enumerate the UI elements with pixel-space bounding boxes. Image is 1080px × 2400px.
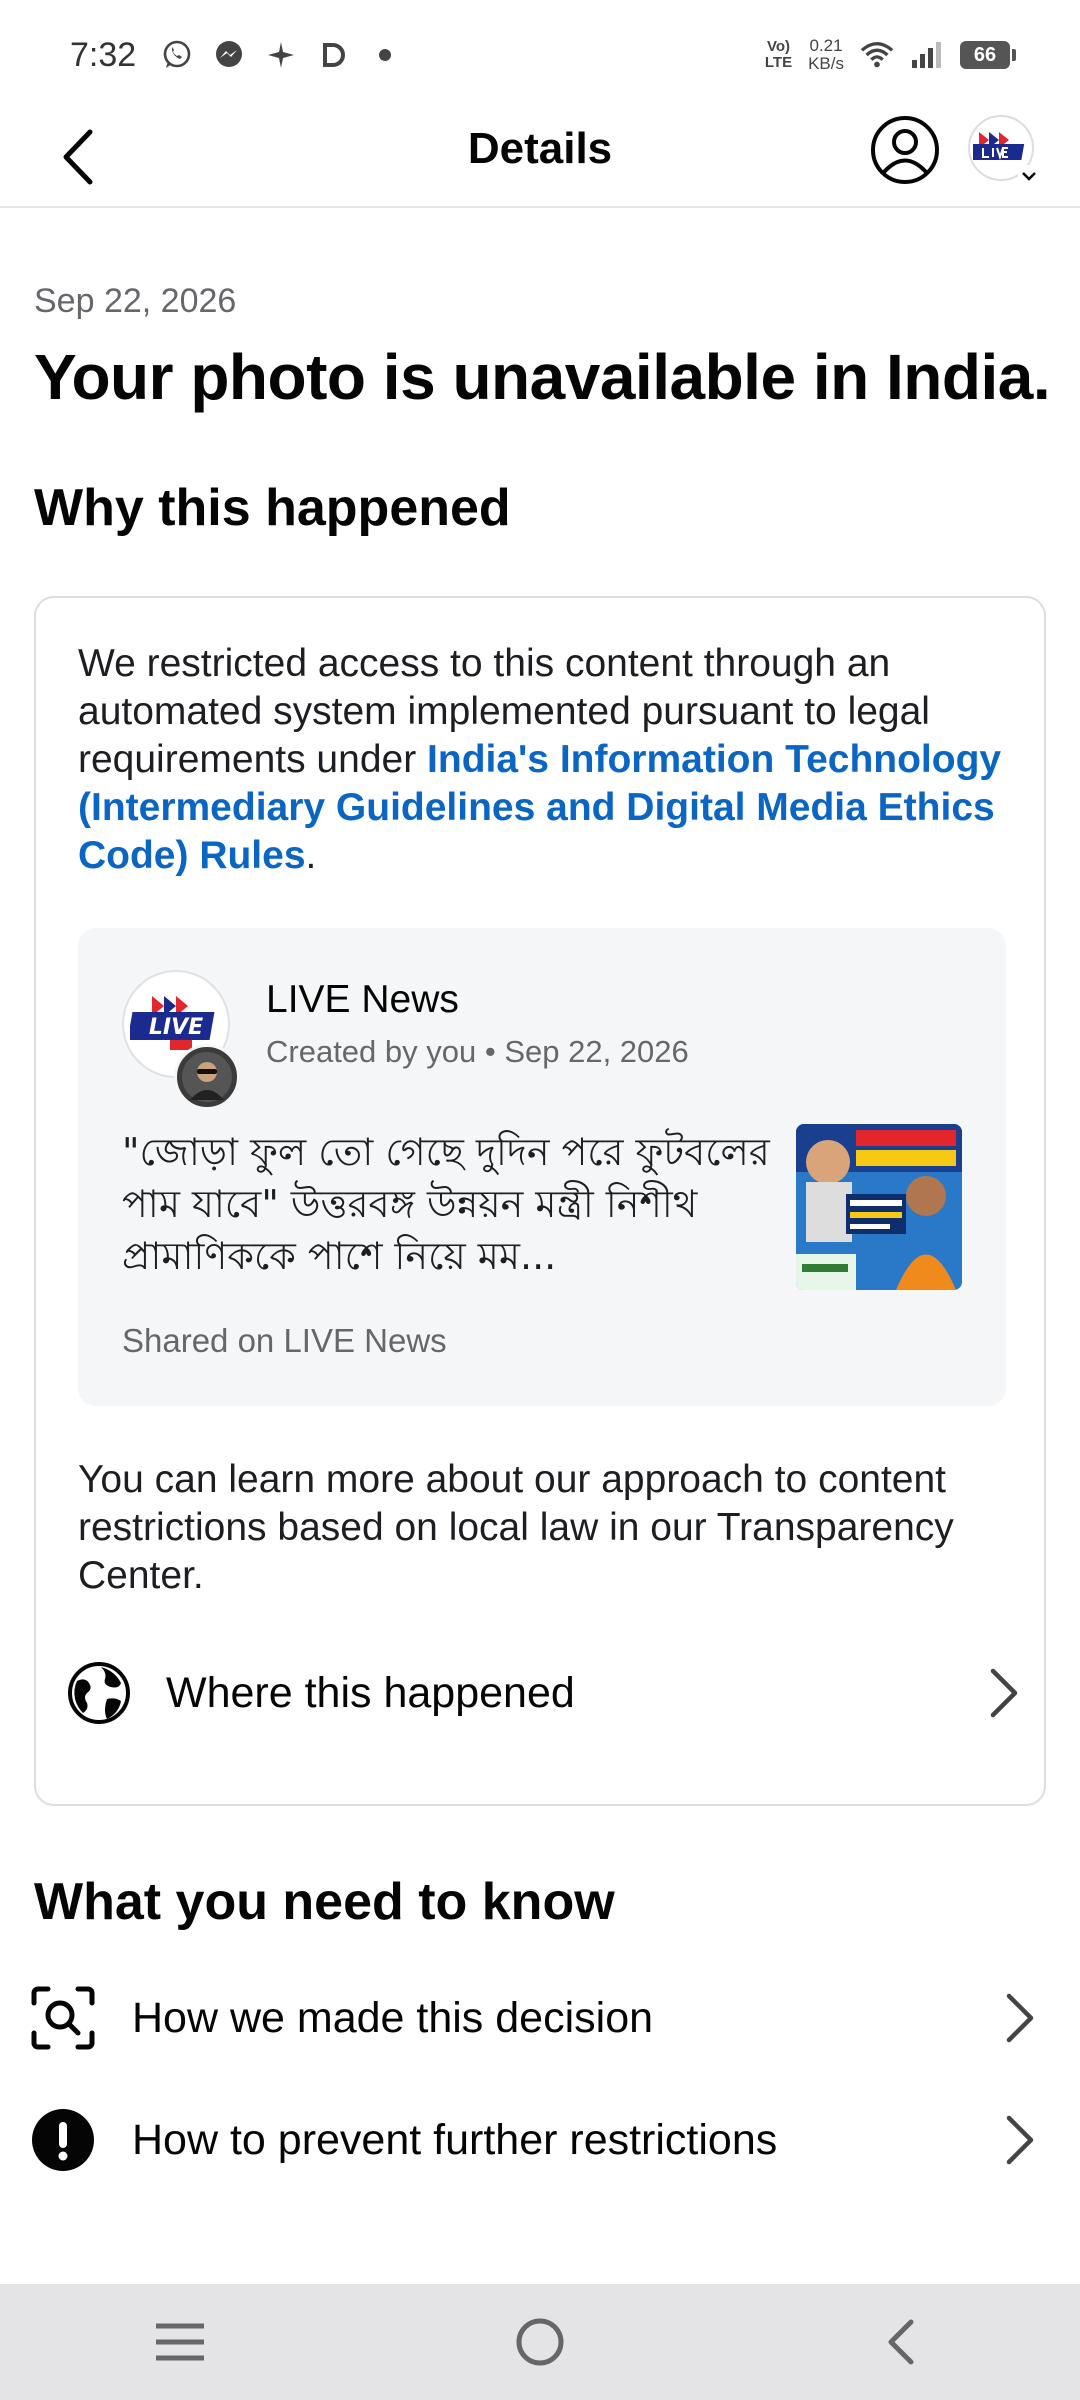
post-text: "জোড়া ফুল তো গেছে দুদিন পরে ফুটবলের পাম…	[122, 1130, 770, 1278]
back-arrow-icon	[888, 2319, 914, 2365]
status-right: Vo) LTE 0.21 KB/s 66	[765, 37, 1016, 73]
status-left: 7:32	[70, 36, 402, 75]
decision-label: How we made this decision	[132, 1993, 654, 2042]
network-speed-value: 0.21	[809, 36, 843, 55]
restriction-explanation: We restricted access to this content thr…	[78, 640, 1008, 880]
search-scan-icon	[30, 1985, 96, 2051]
chevron-right-icon	[982, 1663, 1026, 1723]
globe-icon	[66, 1660, 132, 1726]
volte-line-2: LTE	[764, 54, 793, 71]
decision-row[interactable]: How we made this decision	[30, 1968, 1042, 2068]
live-logo-text: LIVE	[149, 1015, 203, 1040]
creator-avatar	[174, 1044, 240, 1110]
news-thumbnail-image	[796, 1124, 962, 1290]
network-speed: 0.21 KB/s	[808, 37, 844, 73]
notification-dot-icon	[368, 38, 402, 72]
live-news-logo-icon	[973, 132, 1025, 161]
where-this-happened-row[interactable]: Where this happened	[66, 1638, 1026, 1748]
volte-line-1: Vo)	[766, 38, 791, 55]
recent-apps-button[interactable]	[140, 2302, 220, 2382]
chevron-right-icon	[998, 1988, 1042, 2048]
why-heading: Why this happened	[34, 479, 511, 537]
sparkle-icon	[264, 38, 298, 72]
prevent-restrictions-label: How to prevent further restrictions	[132, 2115, 778, 2164]
alert-icon	[30, 2107, 96, 2173]
profile-button[interactable]	[870, 115, 940, 185]
main-title: Your photo is unavailable in India.	[34, 341, 1051, 413]
status-bar: 7:32 Vo) LTE 0.21 KB/s 66	[0, 0, 1080, 110]
whatsapp-icon	[160, 38, 194, 72]
where-this-happened-label: Where this happened	[166, 1668, 575, 1717]
shared-on-label: Shared on LIVE News	[122, 1322, 447, 1359]
home-circle-icon	[516, 2318, 564, 2366]
prevent-restrictions-row[interactable]: How to prevent further restrictions	[30, 2090, 1042, 2190]
chevron-down-icon	[1018, 165, 1040, 187]
restriction-date: Sep 22, 2026	[34, 282, 237, 320]
messenger-icon	[212, 38, 246, 72]
restriction-text-after: .	[305, 834, 317, 877]
post-meta: Created by you • Sep 22, 2026	[266, 1034, 689, 1069]
system-back-button[interactable]	[860, 2302, 940, 2382]
status-time: 7:32	[70, 35, 137, 74]
account-switcher[interactable]	[968, 115, 1040, 187]
network-speed-unit: KB/s	[808, 54, 844, 73]
signal-icon	[910, 38, 944, 72]
app-d-icon	[316, 38, 350, 72]
chevron-right-icon	[998, 2110, 1042, 2170]
menu-icon	[156, 2323, 204, 2361]
user-circle-icon	[871, 116, 939, 184]
post-thumbnail	[796, 1124, 962, 1290]
system-nav-bar	[0, 2284, 1080, 2400]
person-photo-icon	[182, 1052, 232, 1102]
post-page-name: LIVE News	[266, 978, 459, 1021]
volte-indicator: Vo) LTE	[765, 39, 792, 71]
wifi-icon	[860, 38, 894, 72]
restricted-post-preview[interactable]: LIVE LIVE News Created by you • Sep 22, …	[78, 928, 1006, 1406]
battery-indicator: 66	[960, 41, 1016, 69]
header: Details	[0, 110, 1080, 208]
transparency-info: You can learn more about our approach to…	[78, 1458, 954, 1597]
home-button[interactable]	[500, 2302, 580, 2382]
details-card: We restricted access to this content thr…	[34, 596, 1046, 1806]
screen: 7:32 Vo) LTE 0.21 KB/s 66 Details Sep 22…	[0, 0, 1080, 2400]
know-heading: What you need to know	[34, 1873, 615, 1931]
